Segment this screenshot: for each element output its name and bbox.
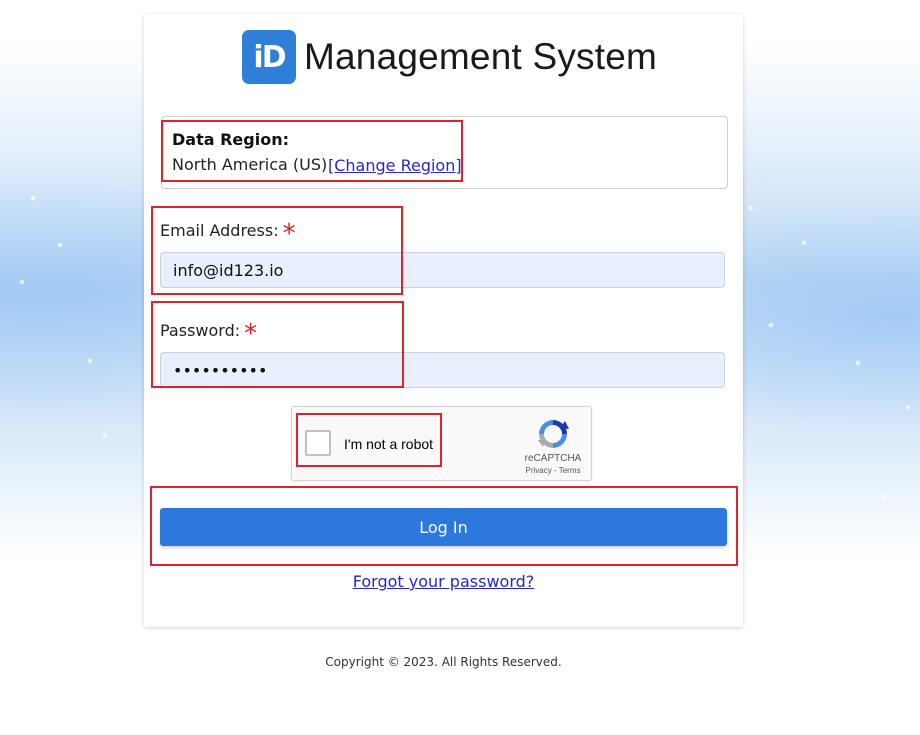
app-logo-text: iD <box>253 39 286 75</box>
background-sparkle <box>19 279 25 285</box>
data-region-value: North America (US) <box>172 155 328 174</box>
recaptcha-brand: reCAPTCHA <box>524 453 582 464</box>
forgot-password-row: Forgot your password? <box>144 572 743 591</box>
data-region-title: Data Region: <box>172 130 289 149</box>
recaptcha-logo-icon <box>538 420 569 448</box>
background-sparkle <box>748 205 754 211</box>
password-input[interactable] <box>160 352 725 388</box>
app-title: Management System <box>304 36 658 77</box>
login-card: iD Management System Data Region: North … <box>144 14 743 627</box>
background-sparkle <box>87 358 93 364</box>
app-logo: iD <box>242 30 296 84</box>
recaptcha-privacy-link[interactable]: Privacy <box>526 466 552 475</box>
recaptcha-checkbox[interactable] <box>305 430 331 456</box>
recaptcha-label: I'm not a robot <box>344 436 434 452</box>
password-label-text: Password: <box>160 321 241 340</box>
email-label: Email Address: * <box>160 213 296 249</box>
background-sparkle <box>57 242 63 248</box>
recaptcha-links-separator: - <box>551 466 559 475</box>
password-required-mark: * <box>244 319 258 349</box>
forgot-password-link[interactable]: Forgot your password? <box>353 572 535 591</box>
recaptcha-terms-link[interactable]: Terms <box>559 466 581 475</box>
background-sparkle <box>768 322 774 328</box>
password-label: Password: * <box>160 313 257 349</box>
data-region-panel: Data Region: North America (US) [Change … <box>161 116 728 189</box>
background-sparkle <box>905 404 911 410</box>
login-button[interactable]: Log In <box>160 508 727 546</box>
background-sparkle <box>855 360 861 366</box>
email-label-text: Email Address: <box>160 221 279 240</box>
background-sparkle <box>102 432 108 438</box>
background-sparkle <box>882 494 888 500</box>
email-required-mark: * <box>282 219 296 249</box>
email-input[interactable] <box>160 252 725 288</box>
copyright-footer: Copyright © 2023. All Rights Reserved. <box>325 655 562 669</box>
background-sparkle <box>30 195 36 201</box>
background-sparkle <box>801 240 807 246</box>
change-region-link[interactable]: [Change Region] <box>328 156 462 175</box>
recaptcha-widget: I'm not a robot reCAPTCHA Privacy - Term… <box>291 406 592 481</box>
app-header: iD Management System <box>242 30 657 84</box>
recaptcha-links: Privacy - Terms <box>492 466 614 475</box>
